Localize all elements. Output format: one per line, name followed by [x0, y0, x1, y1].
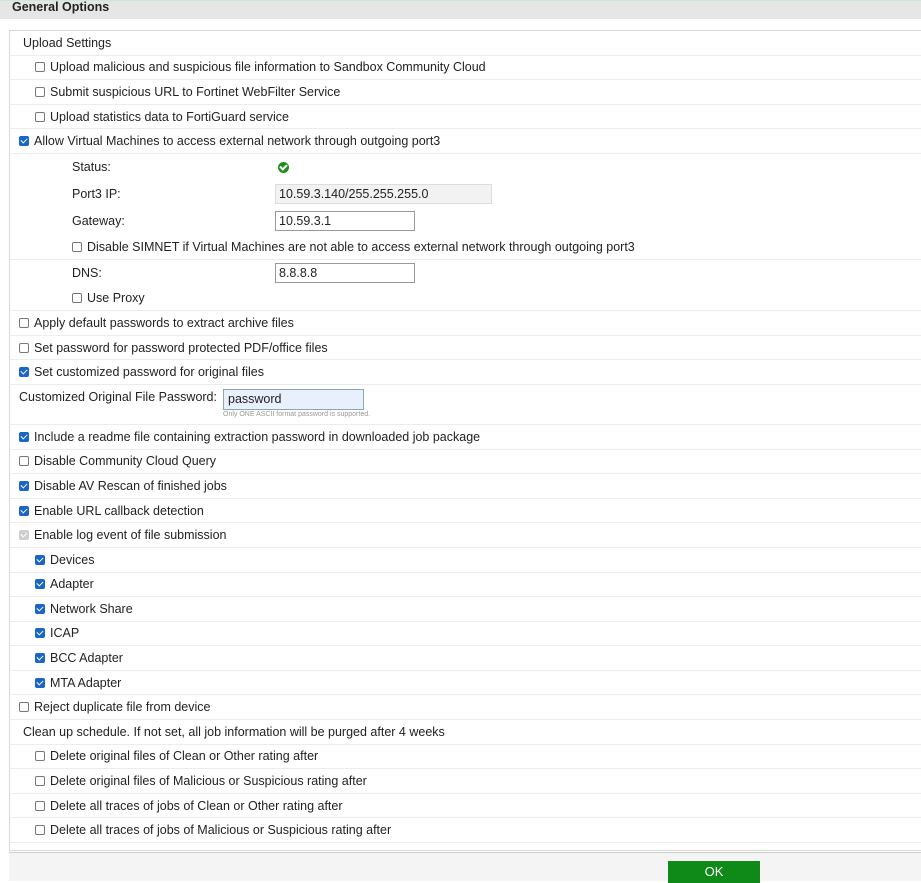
- field-label: Port3 IP:: [72, 187, 121, 202]
- checkbox-label: MTA Adapter: [50, 675, 122, 690]
- checkbox-upload-malicious-and-suspicious-file-inf[interactable]: [35, 62, 45, 73]
- footer: OK: [9, 852, 921, 883]
- checkbox-adapter[interactable]: [35, 579, 45, 590]
- check-circle-icon: [278, 161, 289, 173]
- checkbox-row: Apply default passwords to extract archi…: [10, 311, 921, 336]
- gateway-input[interactable]: 10.59.3.1: [275, 211, 415, 232]
- checkbox-label: ICAP: [50, 626, 80, 641]
- checkbox-row: Disable AV Rescan of finished jobs: [10, 474, 921, 499]
- checkbox-row: Delete all traces of jobs of Clean or Ot…: [10, 794, 921, 819]
- checkbox-row: BCC Adapter: [10, 646, 921, 671]
- checkbox-row: Delete original files of Clean or Other …: [10, 745, 921, 770]
- checkbox-row: Submit suspicious URL to Fortinet WebFil…: [10, 80, 921, 105]
- checkbox-label: Upload statistics data to FortiGuard ser…: [50, 109, 289, 124]
- checkbox-delete-original-files-of-clean-or-other-[interactable]: [35, 751, 45, 762]
- checkbox-icap[interactable]: [35, 628, 45, 639]
- checkbox-bcc-adapter[interactable]: [35, 653, 45, 664]
- checkbox-disable-simnet-if-virtual-machines-are-n[interactable]: [72, 241, 82, 252]
- group-header: Clean up schedule. If not set, all job i…: [10, 720, 921, 745]
- checkbox-label: Delete all traces of jobs of Malicious o…: [50, 823, 392, 838]
- checkbox-label: Submit suspicious URL to Fortinet WebFil…: [50, 84, 341, 99]
- checkbox-label: Allow Virtual Machines to access externa…: [34, 134, 441, 149]
- checkbox-devices[interactable]: [35, 554, 45, 565]
- checkbox-row: Delete all traces of jobs of Malicious o…: [10, 818, 921, 844]
- checkbox-label: Include a readme file containing extract…: [34, 429, 481, 444]
- checkbox-row: MTA Adapter: [10, 671, 921, 696]
- checkbox-label: Disable SIMNET if Virtual Machines are n…: [87, 239, 635, 254]
- checkbox-row: ICAP: [10, 622, 921, 647]
- checkbox-label: Apply default passwords to extract archi…: [34, 315, 294, 330]
- section-header: General Options: [0, 0, 921, 19]
- checkbox-label: Network Share: [50, 601, 133, 616]
- checkbox-label: Reject duplicate file from device: [34, 700, 211, 715]
- section-title: General Options: [12, 0, 110, 14]
- checkbox-network-share[interactable]: [35, 603, 45, 614]
- checkbox-disable-community-cloud-query[interactable]: [19, 456, 29, 467]
- checkbox-row: Devices: [10, 548, 921, 573]
- field-label: DNS:: [72, 266, 102, 281]
- dns-input[interactable]: 8.8.8.8: [275, 263, 415, 284]
- group-header-label: Clean up schedule. If not set, all job i…: [23, 724, 445, 739]
- port3-ip-input: 10.59.3.140/255.255.255.0: [275, 184, 492, 205]
- checkbox-submit-suspicious-url-to-fortinet-webfil[interactable]: [35, 86, 45, 97]
- checkbox-row: Upload malicious and suspicious file inf…: [10, 56, 921, 81]
- checkbox-label: Use Proxy: [87, 291, 145, 306]
- status-row: Status:: [10, 154, 921, 181]
- options-panel: Upload Settings Upload malicious and susp…: [9, 30, 921, 851]
- checkbox-label: Enable URL callback detection: [34, 503, 204, 518]
- group-header-label: Upload Settings: [23, 35, 112, 50]
- checkbox-row: Use Proxy: [10, 287, 921, 312]
- checkbox-row: Include a readme file containing extract…: [10, 425, 921, 450]
- checkbox-row: Allow Virtual Machines to access externa…: [10, 129, 921, 154]
- checkbox-enable-url-callback-detection[interactable]: [19, 505, 29, 516]
- checkbox-row: Disable SIMNET if Virtual Machines are n…: [10, 235, 921, 260]
- checkbox-label: Upload malicious and suspicious file inf…: [50, 60, 486, 75]
- checkbox-set-customized-password-for-original-fil[interactable]: [19, 367, 29, 378]
- field-label: Gateway:: [72, 214, 125, 229]
- checkbox-label: Disable AV Rescan of finished jobs: [34, 478, 227, 493]
- checkbox-delete-original-files-of-malicious-or-su[interactable]: [35, 776, 45, 787]
- checkbox-use-proxy[interactable]: [72, 293, 82, 304]
- checkbox-row: Upload statistics data to FortiGuard ser…: [10, 105, 921, 130]
- field-row: Port3 IP: 10.59.3.140/255.255.255.0: [10, 181, 921, 208]
- password-label: Customized Original File Password:: [19, 389, 217, 404]
- checkbox-row: Set password for password protected PDF/…: [10, 336, 921, 361]
- checkbox-row: Adapter: [10, 573, 921, 598]
- group-header: Upload Settings: [10, 31, 921, 56]
- checkbox-label: Delete original files of Malicious or Su…: [50, 774, 367, 789]
- password-input[interactable]: password: [223, 388, 364, 410]
- checkbox-include-a-readme-file-containing-extract[interactable]: [19, 431, 29, 442]
- checkbox-disable-av-rescan-of-finished-jobs[interactable]: [19, 480, 29, 491]
- checkbox-row: Disable Community Cloud Query: [10, 450, 921, 475]
- checkbox-label: Set password for password protected PDF/…: [34, 340, 328, 355]
- checkbox-upload-statistics-data-to-fortiguard-ser[interactable]: [35, 111, 45, 122]
- checkbox-reject-duplicate-file-from-device[interactable]: [19, 702, 29, 713]
- checkbox-set-password-for-password-protected-pdf-[interactable]: [19, 342, 29, 353]
- field-row: Gateway: 10.59.3.1: [10, 208, 921, 235]
- checkbox-row: Set customized password for original fil…: [10, 360, 921, 385]
- checkbox-label: Enable log event of file submission: [34, 528, 227, 543]
- checkbox-row: Delete original files of Malicious or Su…: [10, 769, 921, 794]
- field-row: DNS: 8.8.8.8: [10, 260, 921, 287]
- password-row: Customized Original File Password: passwo…: [10, 385, 921, 425]
- password-hint: Only ONE ASCII format password is suppor…: [223, 410, 371, 418]
- checkbox-label: Disable Community Cloud Query: [34, 454, 217, 469]
- checkbox-label: BCC Adapter: [50, 651, 123, 666]
- checkbox-allow-virtual-machines-to-access-externa[interactable]: [19, 136, 29, 147]
- checkbox-label: Devices: [50, 552, 95, 567]
- checkbox-apply-default-passwords-to-extract-archi[interactable]: [19, 317, 29, 328]
- checkbox-label: Delete all traces of jobs of Clean or Ot…: [50, 798, 343, 813]
- checkbox-enable-log-event-of-file-submission: [19, 530, 29, 541]
- checkbox-label: Set customized password for original fil…: [34, 365, 264, 380]
- checkbox-label: Delete original files of Clean or Other …: [50, 749, 319, 764]
- checkbox-row: Enable URL callback detection: [10, 499, 921, 524]
- checkbox-mta-adapter[interactable]: [35, 677, 45, 688]
- checkbox-row: Enable log event of file submission: [10, 523, 921, 548]
- checkbox-label: Adapter: [50, 577, 94, 592]
- checkbox-delete-all-traces-of-jobs-of-clean-or-ot[interactable]: [35, 800, 45, 811]
- checkbox-row: Reject duplicate file from device: [10, 695, 921, 721]
- status-label: Status:: [72, 160, 111, 175]
- checkbox-row: Network Share: [10, 597, 921, 622]
- checkbox-delete-all-traces-of-jobs-of-malicious-o[interactable]: [35, 825, 45, 836]
